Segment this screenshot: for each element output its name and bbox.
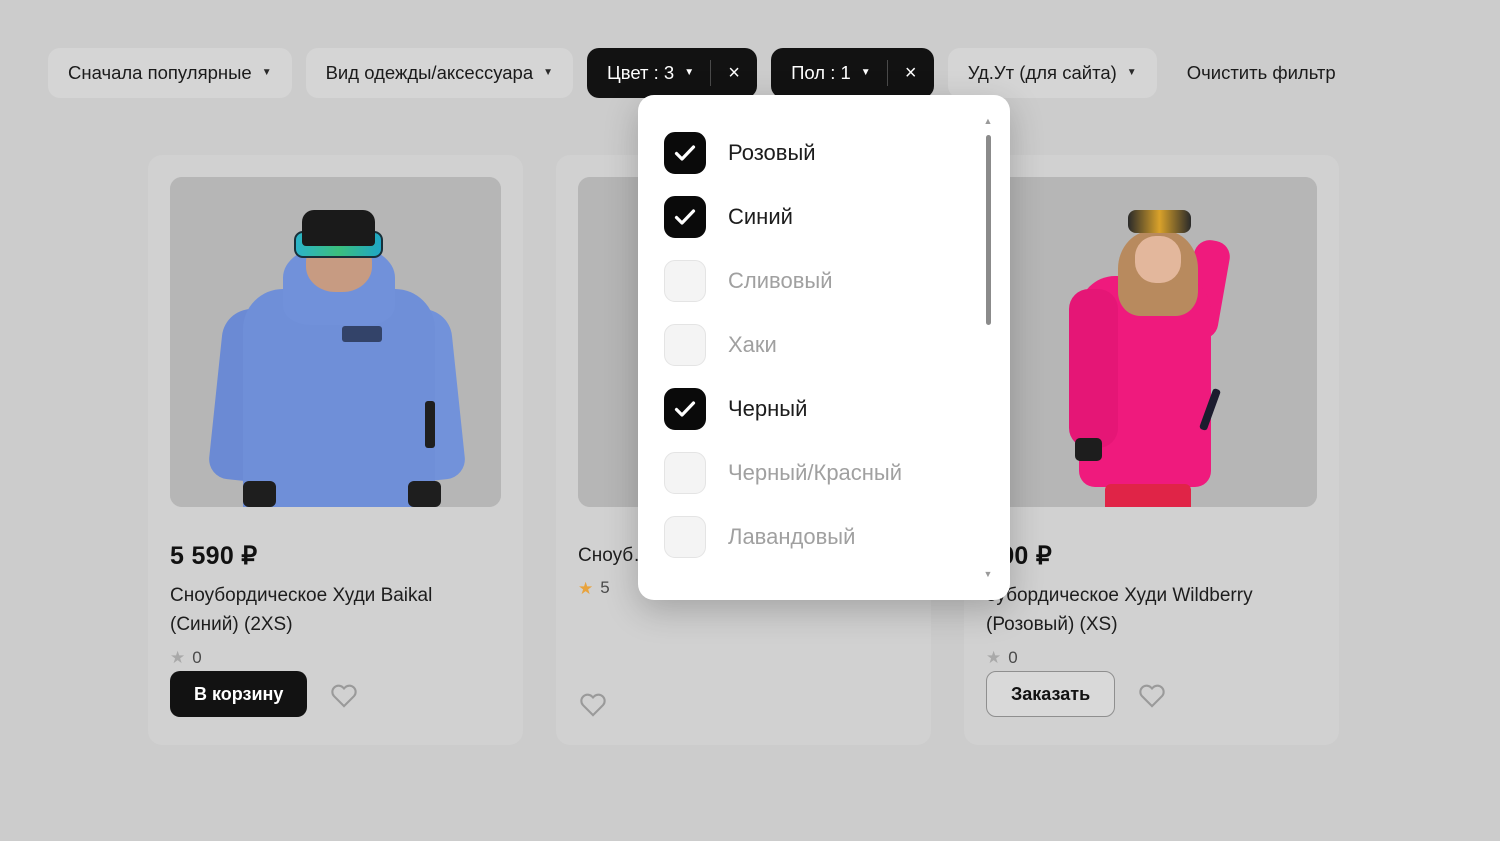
checkbox[interactable] [664,132,706,174]
color-option-label: Черный/Красный [728,460,903,485]
product-rating: ★ 0 [986,648,1317,668]
rating-value: 0 [192,647,202,667]
clear-filter-button[interactable]: Очистить фильтр [1187,62,1336,84]
product-price: 490 ₽ [986,542,1053,570]
checkbox[interactable] [664,388,706,430]
site-filter-dropdown-chip[interactable]: Уд.Ут (для сайта) ▼ [947,48,1157,98]
color-option-label: Лавандовый [728,524,856,549]
product-card[interactable]: 490 ₽ оубордическое Худи Wildberry (Розо… [964,155,1339,745]
checkbox[interactable] [664,196,706,238]
blue-hoodie-photo [170,177,501,507]
color-option-list: Розовый Синий Сливовый Хаки Черный Черны… [638,121,1010,569]
checkbox[interactable] [664,452,706,494]
color-filter-chip-label: Цвет : 3 [607,62,675,83]
color-option-row[interactable]: Черный/Красный [664,441,1010,505]
color-option-row[interactable]: Черный [664,377,1010,441]
filter-bar: Сначала популярные ▼ Вид одежды/аксессуа… [48,48,1336,98]
color-option-label: Хаки [728,332,777,357]
color-option-row[interactable]: Синий [664,185,1010,249]
scrollbar-thumb[interactable] [986,135,991,325]
color-filter-dropdown[interactable]: Розовый Синий Сливовый Хаки Черный Черны… [638,95,1010,600]
color-option-row[interactable]: Розовый [664,121,1010,185]
chevron-down-icon: ▼ [543,67,554,78]
product-actions: Заказать [986,671,1167,717]
scroll-up-arrow-icon[interactable]: ▲ [982,117,994,126]
color-option-label: Синий [728,204,793,229]
color-filter-remove-button[interactable]: × [711,48,757,98]
clothing-type-label: Вид одежды/аксессуара [325,62,534,83]
color-option-row[interactable]: Хаки [664,313,1010,377]
rating-value: 0 [1008,647,1018,667]
favorite-heart-icon[interactable] [1137,681,1167,708]
chevron-down-icon: ▼ [684,67,695,78]
clothing-type-dropdown-chip[interactable]: Вид одежды/аксессуара ▼ [305,48,574,98]
color-option-row[interactable]: Лавандовый [664,505,1010,569]
chevron-down-icon: ▼ [1126,67,1137,78]
color-option-row[interactable]: Сливовый [664,249,1010,313]
gender-filter-chip-label-area[interactable]: Пол : 1 ▼ [771,48,887,98]
order-button[interactable]: Заказать [986,671,1116,717]
scrollbar-track[interactable] [986,127,991,566]
product-image[interactable] [986,177,1317,507]
checkbox[interactable] [664,516,706,558]
star-icon: ★ [578,578,594,598]
product-actions: В корзину [170,671,359,717]
color-filter-chip[interactable]: Цвет : 3 ▼ × [587,48,758,98]
sort-dropdown-label: Сначала популярные [68,62,252,83]
add-to-cart-button[interactable]: В корзину [170,671,308,717]
product-title[interactable]: оубордическое Худи Wildberry (Розовый) (… [986,581,1316,640]
product-card[interactable]: 5 590 ₽ Сноубордическое Худи Baikal (Син… [148,155,523,745]
product-image[interactable] [170,177,501,507]
favorite-heart-icon[interactable] [329,681,359,708]
pink-hoodie-photo [986,177,1317,507]
gender-filter-chip-label: Пол : 1 [791,62,851,83]
sort-dropdown-chip[interactable]: Сначала популярные ▼ [48,48,292,98]
star-icon: ★ [170,648,186,668]
rating-value: 5 [600,578,610,598]
scroll-down-arrow-icon[interactable]: ▼ [982,570,994,579]
gender-filter-remove-button[interactable]: × [888,48,934,98]
favorite-heart-icon[interactable] [578,690,608,717]
chevron-down-icon: ▼ [860,67,871,78]
checkbox[interactable] [664,324,706,366]
color-option-label: Розовый [728,140,816,165]
checkbox[interactable] [664,260,706,302]
color-option-label: Черный [728,396,808,421]
color-filter-chip-label-area[interactable]: Цвет : 3 ▼ [587,48,710,98]
chevron-down-icon: ▼ [261,67,272,78]
site-filter-label: Уд.Ут (для сайта) [967,62,1117,83]
product-rating: ★ 0 [170,648,501,668]
star-icon: ★ [986,648,1002,668]
gender-filter-chip[interactable]: Пол : 1 ▼ × [771,48,934,98]
product-price: 5 590 ₽ [170,542,258,570]
product-actions [578,690,608,717]
product-title[interactable]: Сноубордическое Худи Baikal (Синий) (2XS… [170,581,500,640]
color-option-label: Сливовый [728,268,833,293]
dropdown-scrollbar[interactable]: ▲ ▼ [982,117,994,579]
